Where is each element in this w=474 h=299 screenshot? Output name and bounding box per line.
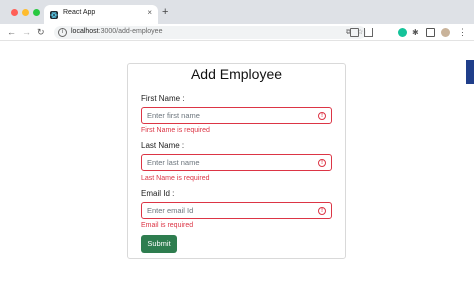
- email-error: Email is required: [141, 222, 194, 229]
- maximize-window-button[interactable]: [33, 9, 40, 16]
- profile-avatar[interactable]: [441, 28, 450, 37]
- email-field: !: [141, 202, 332, 219]
- last-name-error: Last Name is required: [141, 175, 210, 182]
- browser-toolbar: ← → ↻ i localhost:3000/add-employee ⧉ ☆ …: [0, 24, 474, 41]
- back-button[interactable]: ←: [7, 26, 16, 38]
- last-name-label: Last Name :: [141, 141, 185, 150]
- tab-close-icon[interactable]: ×: [147, 8, 152, 17]
- close-window-button[interactable]: [11, 9, 18, 16]
- reload-button[interactable]: ↻: [37, 26, 45, 38]
- url-text: localhost:3000/add-employee: [71, 28, 162, 35]
- url-path: :3000/add-employee: [98, 28, 163, 35]
- error-icon: !: [318, 159, 326, 167]
- tab-strip: React App × +: [0, 0, 474, 24]
- forward-button[interactable]: →: [22, 26, 31, 38]
- new-tab-button[interactable]: +: [162, 7, 168, 18]
- submit-button[interactable]: Submit: [141, 235, 177, 253]
- grammarly-icon[interactable]: [398, 28, 407, 37]
- tab-title: React App: [63, 9, 96, 16]
- first-name-input[interactable]: [142, 108, 312, 123]
- browser-menu-icon[interactable]: ⋮: [458, 28, 467, 37]
- first-name-error: First Name is required: [141, 127, 210, 134]
- minimize-window-button[interactable]: [22, 9, 29, 16]
- side-panel-icon[interactable]: [426, 28, 435, 37]
- last-name-field: !: [141, 154, 332, 171]
- url-host: localhost: [71, 28, 99, 35]
- last-name-input[interactable]: [142, 155, 312, 170]
- first-name-field: !: [141, 107, 332, 124]
- email-label: Email Id :: [141, 189, 175, 198]
- extensions-puzzle-icon[interactable]: ✱: [412, 28, 421, 37]
- add-employee-form: Add Employee First Name : ! First Name i…: [127, 63, 346, 259]
- first-name-label: First Name :: [141, 94, 185, 103]
- site-info-icon[interactable]: i: [58, 28, 67, 37]
- edge-decoration: [466, 60, 474, 84]
- upload-icon[interactable]: [364, 28, 373, 37]
- page-title: Add Employee: [190, 66, 283, 82]
- error-icon: !: [318, 207, 326, 215]
- browser-window: React App × + ← → ↻ i localhost:3000/add…: [0, 0, 474, 299]
- tab-react-app[interactable]: React App ×: [44, 5, 158, 24]
- error-icon: !: [318, 112, 326, 120]
- address-bar[interactable]: i localhost:3000/add-employee ⧉ ☆: [54, 26, 366, 39]
- email-input[interactable]: [142, 203, 312, 218]
- react-favicon-icon: [50, 11, 58, 19]
- share-icon[interactable]: [350, 28, 359, 37]
